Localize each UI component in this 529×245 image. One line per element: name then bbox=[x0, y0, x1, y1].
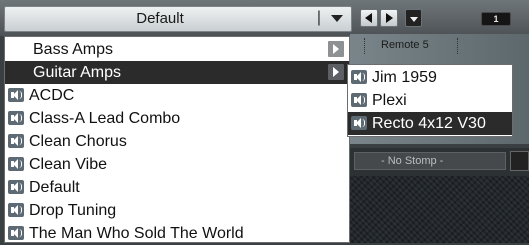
submenu-item-label: Jim 1959 bbox=[372, 69, 437, 86]
menu-item-bass-amps[interactable]: Bass Amps bbox=[5, 38, 349, 61]
menu-item-the-man-who-sold-the-world[interactable]: The Man Who Sold The World bbox=[5, 222, 349, 245]
number-button-1[interactable]: 1 bbox=[481, 12, 511, 26]
menu-item-label: Bass Amps bbox=[33, 41, 114, 58]
menu-item-label: Default bbox=[29, 179, 80, 196]
guitar-amps-submenu: Jim 1959 Plexi Recto 4x12 V30 bbox=[347, 64, 513, 137]
submenu-item-jim-1959[interactable]: Jim 1959 bbox=[348, 66, 512, 89]
submenu-arrow-icon bbox=[328, 64, 344, 80]
speaker-icon bbox=[8, 226, 24, 240]
speaker-icon bbox=[351, 70, 367, 84]
menu-item-clean-chorus[interactable]: Clean Chorus bbox=[5, 130, 349, 153]
save-preset-button[interactable] bbox=[405, 9, 422, 27]
speaker-icon bbox=[351, 116, 367, 130]
submenu-arrow-icon bbox=[328, 41, 344, 57]
preset-dropdown[interactable]: Default | bbox=[4, 6, 352, 32]
speaker-icon bbox=[8, 88, 24, 102]
speaker-icon bbox=[351, 93, 367, 107]
arrow-left-icon bbox=[365, 13, 372, 23]
menu-item-label: Clean Chorus bbox=[29, 133, 127, 150]
menu-item-label: Clean Vibe bbox=[29, 156, 107, 173]
speaker-icon bbox=[8, 180, 24, 194]
menu-item-guitar-amps[interactable]: Guitar Amps bbox=[5, 61, 349, 84]
menu-item-drop-tuning[interactable]: Drop Tuning bbox=[5, 199, 349, 222]
speaker-icon bbox=[8, 134, 24, 148]
dropdown-separator: | bbox=[316, 9, 321, 26]
menu-item-label: The Man Who Sold The World bbox=[29, 225, 244, 242]
submenu-item-plexi[interactable]: Plexi bbox=[348, 89, 512, 112]
submenu-item-label: Recto 4x12 V30 bbox=[372, 115, 486, 132]
preset-value: Default bbox=[136, 10, 184, 27]
arrow-right-icon bbox=[386, 13, 393, 23]
previous-preset-button[interactable] bbox=[360, 9, 378, 27]
menu-item-label: Class-A Lead Combo bbox=[29, 110, 181, 127]
menu-item-default[interactable]: Default bbox=[5, 176, 349, 199]
next-preset-button[interactable] bbox=[380, 9, 398, 27]
menu-item-label: Drop Tuning bbox=[29, 202, 117, 219]
save-icon bbox=[410, 17, 418, 22]
remote-label: Remote 5 bbox=[381, 39, 429, 51]
menu-item-label: Guitar Amps bbox=[33, 64, 122, 81]
speaker-icon bbox=[8, 157, 24, 171]
menu-item-acdc[interactable]: ACDC bbox=[5, 84, 349, 107]
speaker-icon bbox=[8, 203, 24, 217]
menu-item-label: ACDC bbox=[29, 87, 75, 104]
menu-item-class-a-lead-combo[interactable]: Class-A Lead Combo bbox=[5, 107, 349, 130]
preset-menu: Bass Amps Guitar Amps ACDC Class-A Lead … bbox=[4, 36, 350, 243]
amp-grille bbox=[350, 176, 529, 243]
chevron-down-icon[interactable] bbox=[331, 15, 343, 22]
stomp-selector[interactable]: - No Stomp - bbox=[354, 152, 506, 170]
menu-item-clean-vibe[interactable]: Clean Vibe bbox=[5, 153, 349, 176]
speaker-icon bbox=[8, 111, 24, 125]
submenu-item-recto-4x12-v30[interactable]: Recto 4x12 V30 bbox=[348, 112, 512, 135]
stomp-button[interactable] bbox=[510, 151, 529, 171]
submenu-item-label: Plexi bbox=[372, 92, 407, 109]
